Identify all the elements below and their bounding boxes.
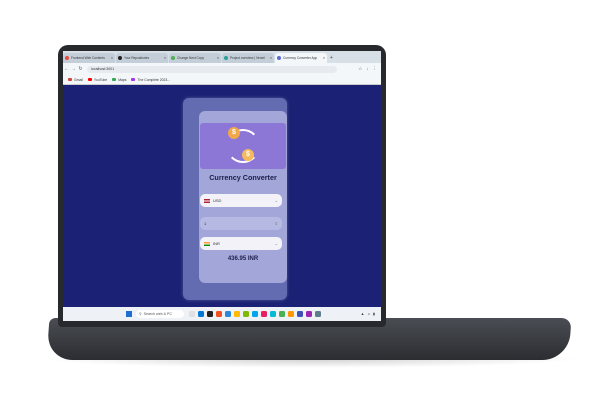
close-icon[interactable]: × xyxy=(111,56,113,60)
address-bar: ← → ↻ localhost:3001 ☆ ↓ ⋮ xyxy=(63,63,381,75)
from-currency-select[interactable]: USD ⌄ xyxy=(200,194,282,207)
chevron-down-icon: ⌄ xyxy=(274,241,278,246)
battery-icon[interactable]: ▮ xyxy=(373,312,375,316)
taskbar-app-icon[interactable] xyxy=(225,311,231,317)
india-flag-icon xyxy=(204,241,210,246)
tab-label: Your Repositories xyxy=(124,56,150,60)
tab-favicon-icon xyxy=(224,56,228,60)
bookmark-favicon-icon xyxy=(68,78,72,81)
wifi-icon[interactable]: ▲ xyxy=(361,312,365,316)
to-currency-select[interactable]: INR ⌄ xyxy=(200,237,282,250)
bookmark-item[interactable]: YouTube xyxy=(87,77,108,82)
search-icon: ⚲ xyxy=(139,312,142,316)
download-icon[interactable]: ↓ xyxy=(366,66,368,72)
browser-tab[interactable]: Your Repositories × xyxy=(116,53,168,63)
bookmark-item[interactable]: Maps xyxy=(112,78,126,82)
chevron-down-icon: ⌄ xyxy=(274,198,278,203)
tab-label: Currency Converter App xyxy=(283,56,318,60)
star-icon[interactable]: ☆ xyxy=(358,66,362,72)
taskbar-app-icon[interactable] xyxy=(189,311,195,317)
amount-value: 1 xyxy=(204,221,207,226)
bookmark-label: YouTube xyxy=(93,77,108,82)
browser-tab[interactable]: Project overview | Vercel × xyxy=(222,53,274,63)
bookmark-favicon-icon xyxy=(131,78,136,81)
url-input[interactable]: localhost:3001 xyxy=(87,65,337,73)
browser-tab[interactable]: Change Next Copy × xyxy=(169,53,221,63)
plus-icon[interactable]: + xyxy=(330,53,333,63)
coin-icon: $ xyxy=(228,127,240,139)
close-icon[interactable]: × xyxy=(270,56,272,60)
bookmark-label: Maps xyxy=(118,77,127,82)
taskbar-app-icon[interactable] xyxy=(270,311,276,317)
to-currency-label: INR xyxy=(213,241,220,246)
taskbar-app-icon[interactable] xyxy=(279,311,285,317)
speaker-icon[interactable]: ♫ xyxy=(367,312,370,316)
taskbar-app-icon[interactable] xyxy=(234,311,240,317)
tab-label: Frontend Web Contents xyxy=(71,56,105,60)
taskbar-app-icon[interactable] xyxy=(216,311,222,317)
browser-tab[interactable]: Frontend Web Contents × xyxy=(63,53,115,63)
bookmark-item[interactable]: The Complete 2023... xyxy=(131,78,170,82)
taskbar-search-input[interactable]: ⚲ Search web & PC xyxy=(136,310,184,318)
tab-favicon-icon xyxy=(171,56,175,60)
menu-icon[interactable]: ⋮ xyxy=(373,66,378,72)
bookmark-item[interactable]: Gmail xyxy=(68,78,83,82)
tab-bar: Frontend Web Contents × Your Repositories ×… xyxy=(63,51,381,63)
taskbar-app-icon[interactable] xyxy=(306,311,312,317)
from-currency-label: USD xyxy=(213,198,222,203)
taskbar-app-icon[interactable] xyxy=(198,311,204,317)
amount-input[interactable]: 1 ⇕ xyxy=(200,217,282,230)
bookmark-favicon-icon xyxy=(87,78,92,81)
taskbar-app-icon[interactable] xyxy=(261,311,267,317)
close-icon[interactable]: × xyxy=(217,56,219,60)
taskbar-app-icon[interactable] xyxy=(207,311,213,317)
bookmarks-bar: Gmail YouTube Maps The Complete 2023... xyxy=(63,75,381,85)
search-placeholder: Search web & PC xyxy=(143,312,173,316)
bookmark-label: Gmail xyxy=(74,77,83,82)
currency-hero-image: $ $ xyxy=(200,123,286,169)
us-flag-icon xyxy=(204,198,210,203)
taskbar-app-icon[interactable] xyxy=(297,311,303,317)
bookmark-favicon-icon xyxy=(112,78,117,81)
windows-start-icon[interactable] xyxy=(126,311,132,317)
conversion-result: 436.95 INR xyxy=(227,256,259,262)
browser-tab[interactable]: Currency Converter App × xyxy=(275,53,327,63)
back-icon[interactable]: ← xyxy=(63,66,70,72)
reload-icon[interactable]: ↻ xyxy=(77,66,84,72)
tab-label: Change Next Copy xyxy=(177,56,204,60)
tab-favicon-icon xyxy=(65,56,69,60)
taskbar-app-icon[interactable] xyxy=(288,311,294,317)
forward-icon[interactable]: → xyxy=(70,66,77,72)
laptop-screen: Frontend Web Contents × Your Repositories ×… xyxy=(63,51,381,321)
tab-label: Project overview | Vercel xyxy=(230,56,265,60)
coin-icon: $ xyxy=(242,149,254,161)
bookmark-label: The Complete 2023... xyxy=(137,77,171,82)
taskbar-app-icon[interactable] xyxy=(252,311,258,317)
app-title: Currency Converter xyxy=(209,173,277,182)
tab-favicon-icon xyxy=(277,56,281,60)
taskbar-app-icon[interactable] xyxy=(243,311,249,317)
taskbar-app-icon[interactable] xyxy=(315,311,321,317)
close-icon[interactable]: × xyxy=(323,56,325,60)
close-icon[interactable]: × xyxy=(164,56,166,60)
taskbar: ⚲ Search web & PC ▲ ♫ ▮ xyxy=(63,307,381,321)
stepper-icon[interactable]: ⇕ xyxy=(275,221,278,226)
tab-favicon-icon xyxy=(118,56,122,60)
